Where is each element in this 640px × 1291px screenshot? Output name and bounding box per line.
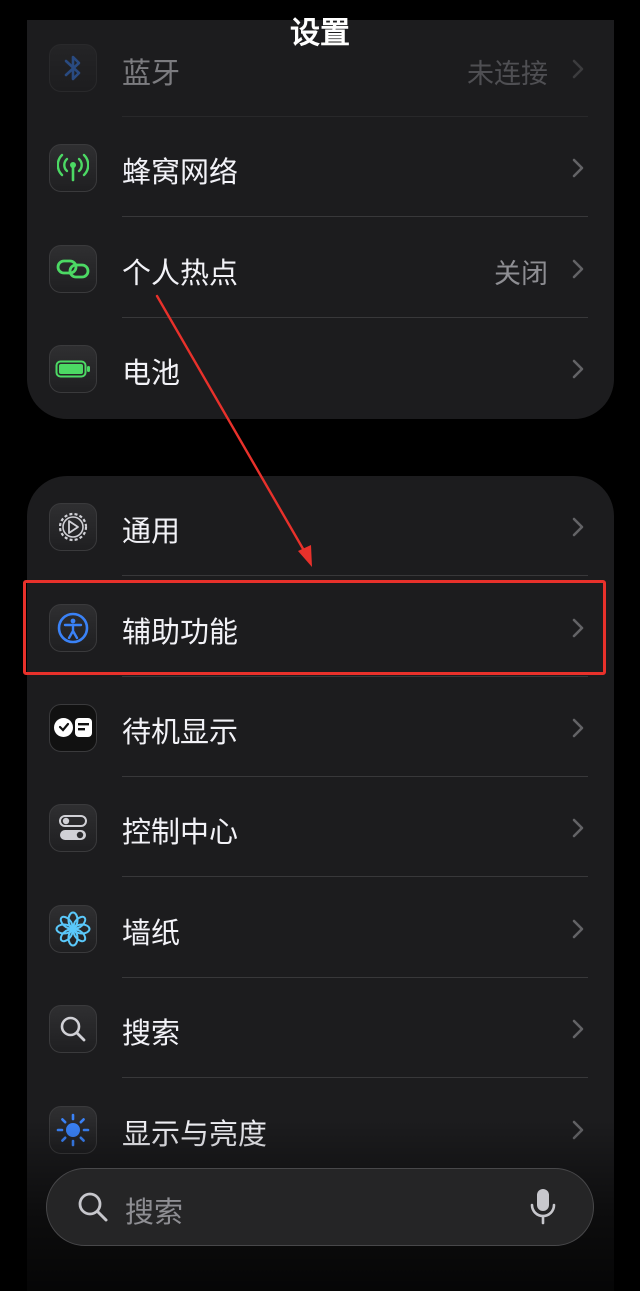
search-icon xyxy=(49,1005,97,1053)
chevron-right-icon xyxy=(572,517,584,537)
microphone-icon[interactable] xyxy=(529,1187,557,1227)
bluetooth-status: 未连接 xyxy=(467,59,548,90)
divider xyxy=(122,575,588,576)
search-bar[interactable]: 搜索 xyxy=(46,1168,594,1246)
settings-row-general[interactable]: 通用 xyxy=(27,476,614,576)
settings-row-label: 蓝牙 xyxy=(122,56,181,90)
settings-row-battery[interactable]: 电池 xyxy=(27,318,614,418)
standby-icon xyxy=(49,704,97,752)
chevron-right-icon xyxy=(572,158,584,178)
chevron-right-icon xyxy=(572,818,584,838)
settings-row-label: 电池 xyxy=(122,356,181,390)
settings-row-control-center[interactable]: 控制中心 xyxy=(27,777,614,877)
chevron-right-icon xyxy=(572,718,584,738)
settings-row-label: 待机显示 xyxy=(122,715,239,749)
divider xyxy=(122,876,588,877)
settings-row-label: 墙纸 xyxy=(122,916,181,950)
chevron-right-icon xyxy=(572,919,584,939)
connectivity-group: 蓝牙 未连接 蜂窝网络 个人热点 关闭 电池 xyxy=(27,20,614,419)
link-icon xyxy=(49,245,97,293)
chevron-right-icon xyxy=(572,59,584,79)
chevron-right-icon xyxy=(572,259,584,279)
settings-row-label: 搜索 xyxy=(122,1016,181,1050)
settings-row-label: 蜂窝网络 xyxy=(122,155,239,189)
settings-row-label: 个人热点 xyxy=(122,256,239,290)
gear-icon xyxy=(49,503,97,551)
hotspot-status: 关闭 xyxy=(494,259,548,290)
divider xyxy=(122,216,588,217)
toggles-icon xyxy=(49,804,97,852)
settings-row-hotspot[interactable]: 个人热点 关闭 xyxy=(27,218,614,318)
settings-row-label: 控制中心 xyxy=(122,815,239,849)
search-icon xyxy=(78,1192,108,1222)
chevron-right-icon xyxy=(572,359,584,379)
search-input[interactable]: 搜索 xyxy=(125,1189,183,1231)
antenna-icon xyxy=(49,144,97,192)
divider xyxy=(122,1077,588,1078)
chevron-right-icon xyxy=(572,1019,584,1039)
settings-row-wallpaper[interactable]: 墙纸 xyxy=(27,878,614,978)
settings-row-cellular[interactable]: 蜂窝网络 xyxy=(27,117,614,217)
flower-icon xyxy=(49,905,97,953)
battery-icon xyxy=(49,345,97,393)
settings-row-label: 通用 xyxy=(122,514,181,548)
highlight-box xyxy=(23,580,606,675)
settings-row-search[interactable]: 搜索 xyxy=(27,978,614,1078)
page-title: 设置 xyxy=(290,16,350,51)
settings-row-standby[interactable]: 待机显示 xyxy=(27,677,614,777)
